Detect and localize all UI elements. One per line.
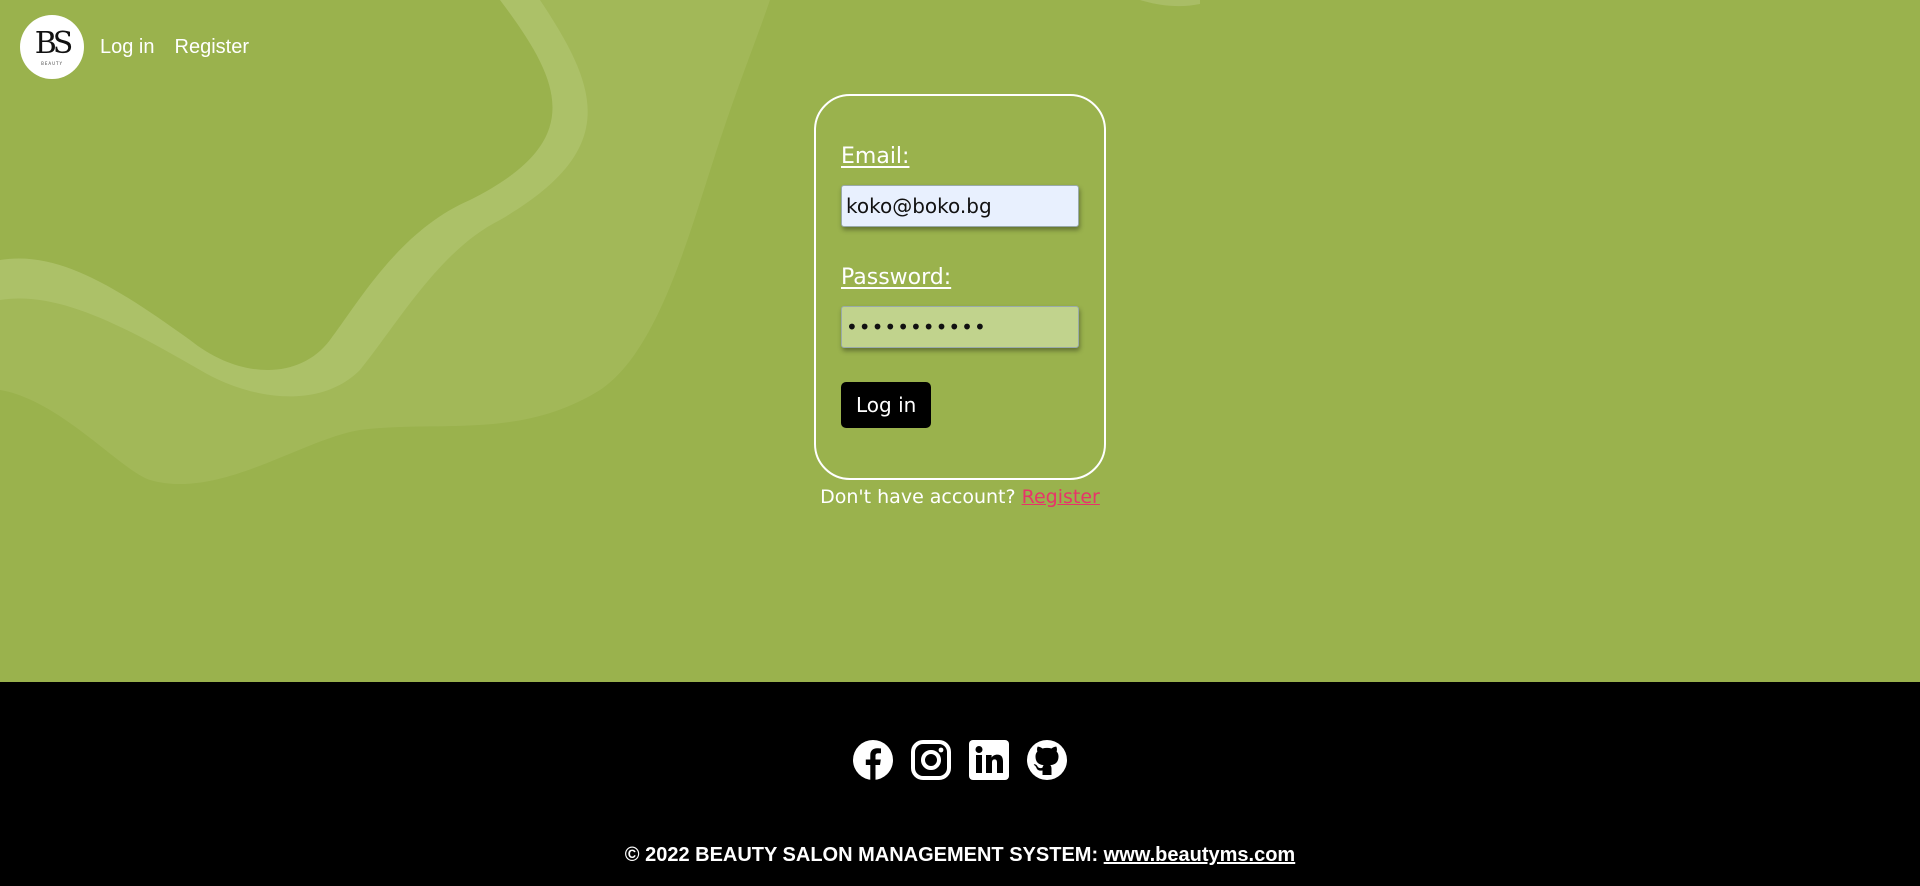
site-link[interactable]: www.beautyms.com xyxy=(1104,844,1296,866)
login-form: Email: Password: Log in xyxy=(814,94,1106,480)
nav-register-link[interactable]: Register xyxy=(175,36,249,59)
linkedin-icon[interactable] xyxy=(968,739,1010,781)
footer: © 2022 BEAUTY SALON MANAGEMENT SYSTEM: w… xyxy=(0,682,1920,886)
logo-subtext: BEAUTY xyxy=(41,60,63,66)
github-icon[interactable] xyxy=(1026,739,1068,781)
top-nav: BS BEAUTY Log in Register xyxy=(0,0,1920,94)
nav-login-link[interactable]: Log in xyxy=(100,36,155,59)
login-button[interactable]: Log in xyxy=(841,382,932,428)
facebook-icon[interactable] xyxy=(852,739,894,781)
register-prompt: Don't have account? Register xyxy=(0,486,1920,508)
copyright: © 2022 BEAUTY SALON MANAGEMENT SYSTEM: w… xyxy=(0,844,1920,867)
email-field[interactable] xyxy=(841,185,1079,227)
register-link[interactable]: Register xyxy=(1022,486,1100,508)
register-prompt-text: Don't have account? xyxy=(820,486,1016,508)
copyright-text: © 2022 BEAUTY SALON MANAGEMENT SYSTEM: xyxy=(624,844,1099,866)
social-links xyxy=(0,739,1920,781)
logo-text: BS xyxy=(34,25,74,61)
password-field[interactable] xyxy=(841,306,1079,348)
password-label: Password: xyxy=(841,265,952,290)
site-logo[interactable]: BS BEAUTY xyxy=(20,15,84,79)
instagram-icon[interactable] xyxy=(910,739,952,781)
email-label: Email: xyxy=(841,144,910,169)
